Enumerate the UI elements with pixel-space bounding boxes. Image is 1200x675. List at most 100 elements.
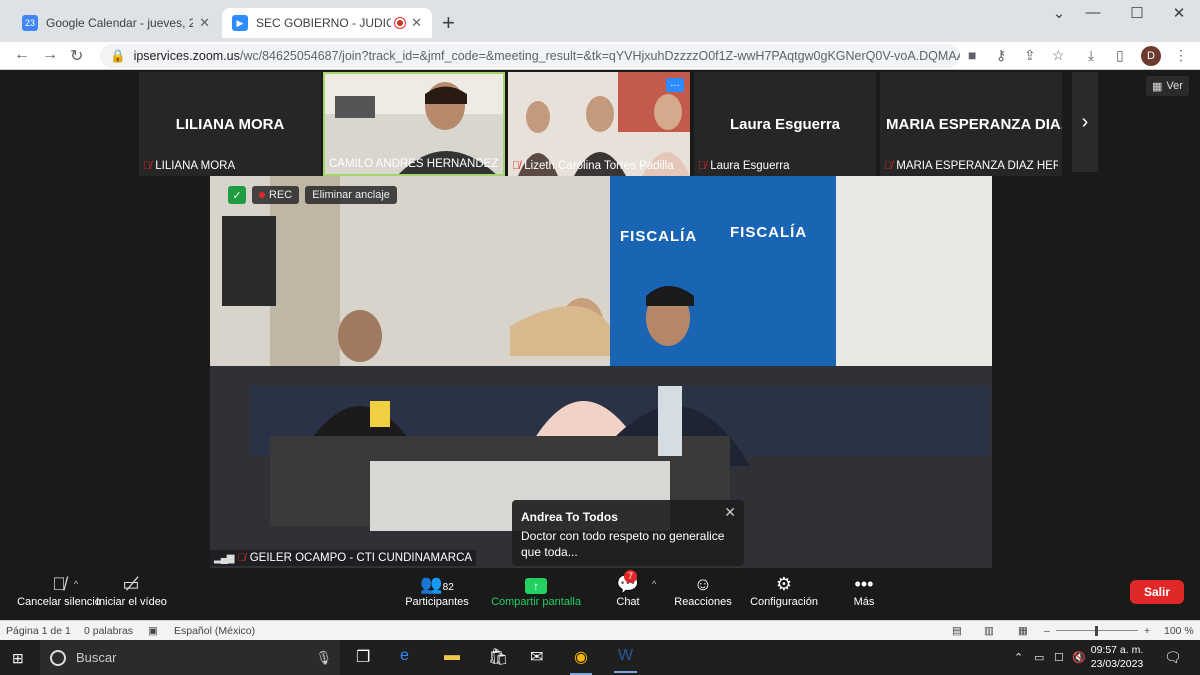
close-icon[interactable]: ✕ [724, 504, 736, 521]
participants-label: Participantes [405, 596, 469, 608]
participant-name: LILIANA MORA [155, 160, 236, 172]
video-off-icon: ▭̸ [122, 574, 140, 594]
download-icon[interactable]: ⤓ [1088, 47, 1094, 64]
url-field[interactable]: 🔒 ipservices.zoom.us/wc/84625054687/join… [100, 44, 960, 68]
profile-avatar[interactable]: D [1141, 46, 1161, 66]
participants-icon: 👥 [420, 574, 443, 594]
windows-taskbar: ⊞ Buscar 🎙 ❐ e ▬ 🛍 ✉ ◉ W ⌃ ▭ ☐ 🔇 09:57 a… [0, 640, 1200, 675]
windows-start-icon[interactable]: ⊞ [12, 650, 24, 667]
mic-muted-icon: 🎙̸ [698, 160, 707, 172]
url-host: ipservices.zoom.us [133, 49, 240, 63]
more-dots-icon: ••• [854, 574, 874, 594]
more-options-icon[interactable]: … [666, 78, 684, 92]
tab-title: SEC GOBIERNO - JUDICIALIZ [256, 16, 392, 30]
close-window-button[interactable]: ✕ [1156, 4, 1200, 22]
notification-icon[interactable]: 🗨 [1164, 649, 1182, 666]
zoom-out-icon[interactable]: – [1044, 625, 1050, 637]
clock-date: 23/03/2023 [1090, 658, 1144, 670]
proofing-icon[interactable]: ▣ [148, 625, 158, 637]
network-icon[interactable]: ☐ [1054, 651, 1064, 664]
chevron-up-icon[interactable]: ^ [652, 572, 656, 596]
maximize-button[interactable]: ☐ [1114, 4, 1160, 22]
browser-menu-icon[interactable]: ⋮ [1174, 47, 1188, 64]
grid-icon: ▦ [1152, 80, 1163, 93]
page-count[interactable]: Página 1 de 1 [6, 625, 71, 637]
system-clock[interactable]: 09:57 a. m. 23/03/2023 [1082, 643, 1152, 671]
word-count[interactable]: 0 palabras [84, 625, 133, 637]
microphone-icon[interactable]: 🎙 [315, 650, 332, 666]
minimize-button[interactable]: — [1070, 4, 1116, 21]
zoom-meeting: LILIANA MORA 🎙̸ LILIANA MORA CAMILO ANDRÉ… [4, 70, 1196, 618]
print-layout-icon[interactable]: ▥ [984, 625, 994, 637]
word-status-bar: Página 1 de 1 0 palabras ▣ Español (Méxi… [0, 620, 1200, 640]
chrome-icon[interactable]: ◉ [570, 647, 592, 675]
more-button[interactable]: ••• Más [844, 572, 884, 608]
participant-tile[interactable]: MARIA ESPERANZA DIA... 🎙̸ MARIA ESPERANZA… [880, 72, 1062, 176]
fiscalia-banner-text: FISCALÍA [730, 224, 808, 241]
meeting-controls: 🎙̸ ^ Cancelar silencio ▭̸ Iniciar el víde… [4, 568, 1196, 618]
back-button[interactable]: ← [14, 46, 30, 64]
word-icon[interactable]: W [613, 647, 638, 673]
forward-button[interactable]: → [42, 46, 58, 64]
chat-button[interactable]: 💬 7 ^ Chat [608, 570, 656, 608]
taskbar-search[interactable]: Buscar 🎙 [40, 640, 340, 675]
gallery-next-button[interactable]: › [1072, 72, 1098, 172]
chat-notification[interactable]: Andrea To Todos Doctor con todo respeto … [512, 500, 744, 566]
tab-zoom-meeting[interactable]: ▶ SEC GOBIERNO - JUDICIALIZ ✕ [222, 8, 432, 38]
bookmark-star-icon[interactable]: ☆ [1052, 47, 1065, 64]
more-label: Más [853, 596, 875, 608]
unmute-button[interactable]: 🎙̸ ^ Cancelar silencio [14, 572, 104, 608]
close-tab-icon[interactable]: ✕ [411, 15, 422, 31]
side-panel-icon[interactable]: ▯ [1116, 47, 1124, 64]
participants-button[interactable]: 👥82 Participantes [402, 572, 472, 608]
reactions-button[interactable]: ☺ Reacciones [668, 572, 738, 608]
calendar-icon: 23 [22, 15, 38, 31]
share-screen-icon: ↑ [525, 578, 547, 594]
file-explorer-icon[interactable]: ▬ [444, 647, 460, 665]
zoom-level[interactable]: 100 % [1164, 625, 1194, 637]
chat-sender: Andrea To Todos [521, 510, 618, 524]
new-tab-button[interactable]: + [442, 10, 455, 36]
share-screen-button[interactable]: ↑ Compartir pantalla [488, 572, 584, 608]
browser-tab-strip: 23 Google Calendar - jueves, 23 de ✕ ▶ S… [0, 0, 1200, 42]
settings-button[interactable]: ⚙ Configuración [744, 572, 824, 608]
participant-name: Lizeth Carolina Torres Padilla [524, 160, 674, 172]
participant-tile[interactable]: Laura Esguerra 🎙̸ Laura Esguerra [694, 72, 876, 176]
start-video-label: Iniciar el vídeo [96, 596, 167, 608]
participant-tile[interactable]: LILIANA MORA 🎙̸ LILIANA MORA [139, 72, 321, 176]
zoom-icon: ▶ [232, 15, 248, 31]
close-tab-icon[interactable]: ✕ [199, 15, 210, 31]
share-screen-label: Compartir pantalla [491, 596, 581, 608]
search-placeholder: Buscar [76, 650, 117, 665]
web-layout-icon[interactable]: ▦ [1018, 625, 1028, 637]
tab-google-calendar[interactable]: 23 Google Calendar - jueves, 23 de ✕ [12, 8, 220, 38]
security-shield-icon[interactable]: ✓ [228, 186, 246, 204]
zoom-in-icon[interactable]: + [1144, 625, 1150, 637]
chevron-up-icon[interactable]: ^ [74, 572, 78, 596]
recording-badges: ✓ REC Eliminar anclaje [228, 186, 397, 204]
key-icon[interactable]: ⚷ [996, 47, 1006, 64]
view-button[interactable]: ▦ Ver [1146, 76, 1189, 96]
leave-button[interactable]: Salir [1130, 580, 1184, 604]
start-video-button[interactable]: ▭̸ Iniciar el vídeo [96, 572, 167, 608]
read-mode-icon[interactable]: ▤ [952, 625, 962, 637]
reaction-icon: ☺ [693, 574, 713, 594]
mail-icon[interactable]: ✉ [530, 647, 543, 667]
camera-blocked-icon[interactable]: ■ [968, 47, 976, 63]
store-icon[interactable]: 🛍 [488, 647, 508, 667]
edge-icon[interactable]: e [400, 647, 409, 665]
participant-name: Laura Esguerra [710, 160, 790, 172]
clock-time: 09:57 a. m. [1090, 644, 1144, 656]
tray-chevron-icon[interactable]: ⌃ [1014, 651, 1023, 664]
language-status[interactable]: Español (México) [174, 625, 255, 637]
mic-muted-icon: 🎙̸ [52, 574, 66, 594]
participant-tile[interactable]: … 🎙̸ Lizeth Carolina Torres Padilla [508, 72, 690, 176]
task-view-icon[interactable]: ❐ [356, 647, 370, 667]
cortana-icon [50, 649, 66, 666]
share-icon[interactable]: ⇪ [1024, 47, 1036, 64]
participant-tile[interactable]: CAMILO ANDRÉS HERNANDEZ AU... [323, 72, 505, 176]
zoom-slider-thumb[interactable] [1095, 626, 1098, 636]
unpin-button[interactable]: Eliminar anclaje [305, 186, 397, 204]
battery-icon[interactable]: ▭ [1034, 651, 1044, 664]
reload-button[interactable]: ↻ [70, 46, 83, 66]
